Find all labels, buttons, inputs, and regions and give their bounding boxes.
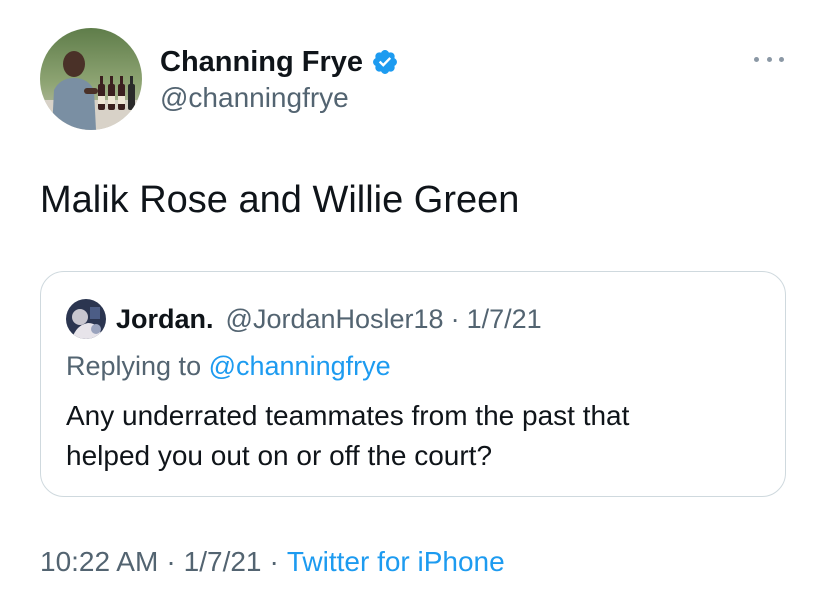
more-dot: [779, 56, 784, 62]
tweet-time[interactable]: 10:22 AM: [40, 546, 158, 577]
author-handle[interactable]: @channingfrye: [160, 82, 349, 114]
tweet-text: Malik Rose and Willie Green: [40, 179, 520, 221]
replying-to-prefix: Replying to: [66, 351, 209, 381]
quoted-display-name[interactable]: Jordan.: [116, 304, 214, 335]
quoted-handle[interactable]: @JordanHosler18: [226, 304, 444, 335]
author-name-row[interactable]: Channing Frye: [160, 44, 399, 80]
tweet-source-link[interactable]: Twitter for iPhone: [287, 546, 505, 577]
verified-badge-icon: [371, 48, 399, 76]
quoted-tweet-text: Any underrated teammates from the past t…: [66, 396, 766, 476]
more-options-icon[interactable]: [754, 52, 784, 66]
replying-to-line: Replying to @channingfrye: [66, 351, 391, 382]
meta-separator: ·: [166, 546, 176, 577]
quoted-date[interactable]: 1/7/21: [467, 304, 542, 335]
quoted-text-line: helped you out on or off the court?: [66, 440, 493, 471]
author-display-name[interactable]: Channing Frye: [160, 46, 363, 79]
quoted-separator: ·: [450, 303, 460, 334]
quoted-tweet-header: Jordan. @JordanHosler18 · 1/7/21: [116, 301, 542, 337]
more-dot: [766, 56, 772, 62]
meta-separator: ·: [269, 546, 279, 577]
quoted-tweet-card[interactable]: Jordan. @JordanHosler18 · 1/7/21 Replyin…: [40, 271, 786, 497]
more-dot: [754, 56, 759, 62]
tweet-meta: 10:22 AM · 1/7/21 · Twitter for iPhone: [40, 546, 505, 578]
replying-to-mention[interactable]: @channingfrye: [209, 351, 391, 381]
quoted-author-avatar[interactable]: [66, 299, 106, 339]
tweet-date[interactable]: 1/7/21: [184, 546, 262, 577]
author-avatar[interactable]: [40, 28, 142, 130]
quoted-text-line: Any underrated teammates from the past t…: [66, 400, 630, 431]
